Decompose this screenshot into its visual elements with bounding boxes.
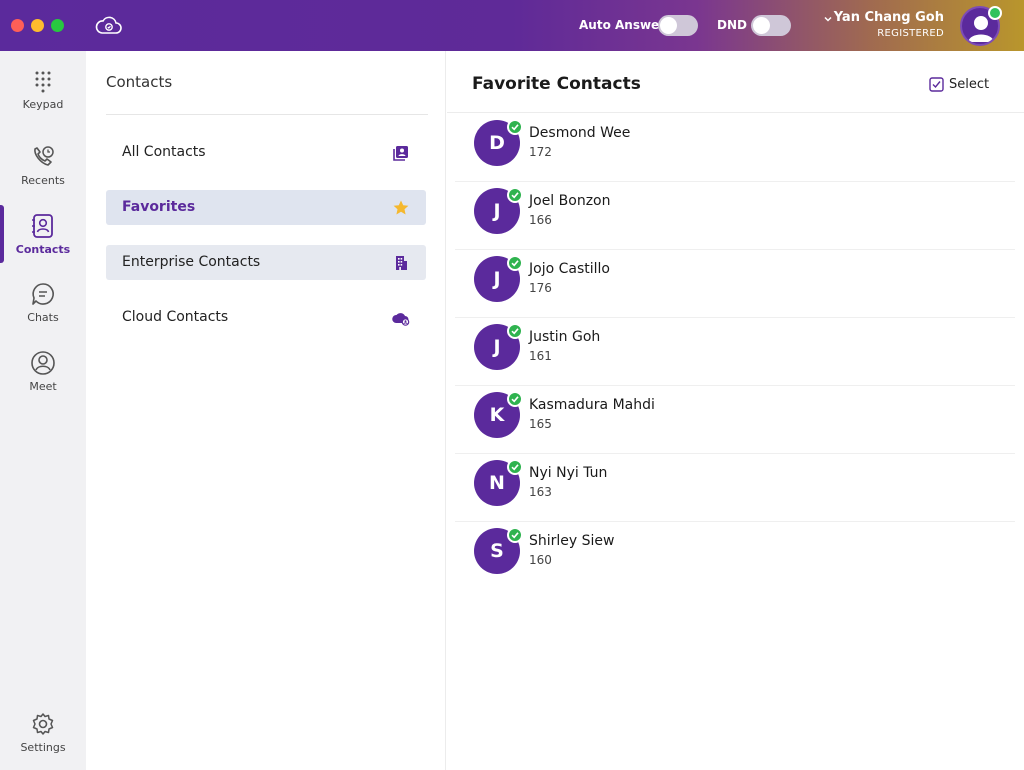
auto-answer-label: Auto Answer bbox=[579, 18, 666, 32]
star-icon bbox=[393, 200, 409, 215]
gear-icon bbox=[32, 713, 54, 735]
close-window-button[interactable] bbox=[11, 19, 24, 32]
dnd-label: DND bbox=[717, 18, 747, 32]
nav-keypad-label: Keypad bbox=[22, 98, 64, 111]
contacts-book-icon bbox=[32, 214, 53, 238]
presence-available-icon bbox=[507, 459, 523, 475]
presence-available-icon bbox=[507, 119, 523, 135]
app-cloud-logo-icon bbox=[95, 16, 122, 34]
favorite-contacts-panel: Favorite Contacts Select D Desmond Wee 1… bbox=[447, 51, 1024, 770]
left-navigation: Keypad Recents Contacts Chats Meet Setti… bbox=[0, 51, 86, 770]
contact-row[interactable]: J Joel Bonzon 166 bbox=[455, 182, 1015, 250]
contact-extension: 161 bbox=[529, 349, 552, 363]
cloud-user-icon bbox=[392, 313, 410, 326]
nav-keypad[interactable]: Keypad bbox=[0, 68, 86, 128]
category-label: Enterprise Contacts bbox=[122, 254, 261, 270]
contact-book-icon bbox=[393, 146, 408, 161]
category-cloud-contacts[interactable]: Cloud Contacts bbox=[106, 300, 426, 335]
checkbox-icon bbox=[929, 77, 944, 92]
nav-chats[interactable]: Chats bbox=[0, 281, 86, 341]
category-enterprise-contacts[interactable]: Enterprise Contacts bbox=[106, 245, 426, 280]
nav-recents[interactable]: Recents bbox=[0, 144, 86, 204]
contact-extension: 165 bbox=[529, 417, 552, 431]
registration-status: REGISTERED bbox=[877, 28, 944, 39]
nav-contacts-label: Contacts bbox=[15, 243, 71, 256]
toggle-knob bbox=[753, 17, 770, 34]
presence-available-icon bbox=[507, 323, 523, 339]
contact-extension: 172 bbox=[529, 145, 552, 159]
nav-meet[interactable]: Meet bbox=[0, 350, 86, 410]
auto-answer-toggle[interactable] bbox=[658, 15, 698, 36]
presence-available-icon bbox=[507, 187, 523, 203]
contact-name: Shirley Siew bbox=[529, 533, 615, 549]
category-favorites[interactable]: Favorites bbox=[106, 190, 426, 225]
building-icon bbox=[396, 256, 407, 270]
contact-name: Jojo Castillo bbox=[529, 261, 610, 277]
contact-name: Kasmadura Mahdi bbox=[529, 397, 655, 413]
contact-row[interactable]: J Jojo Castillo 176 bbox=[455, 250, 1015, 318]
maximize-window-button[interactable] bbox=[51, 19, 64, 32]
contact-name: Nyi Nyi Tun bbox=[529, 465, 608, 481]
dnd-toggle[interactable] bbox=[751, 15, 791, 36]
presence-available-icon bbox=[507, 255, 523, 271]
contact-row[interactable]: J Justin Goh 161 bbox=[455, 318, 1015, 386]
chevron-down-icon[interactable] bbox=[823, 14, 833, 24]
phone-clock-icon bbox=[34, 146, 54, 166]
chat-bubble-icon bbox=[32, 283, 54, 305]
contact-row[interactable]: N Nyi Nyi Tun 163 bbox=[455, 454, 1015, 522]
category-all-contacts[interactable]: All Contacts bbox=[106, 135, 426, 170]
contact-name: Desmond Wee bbox=[529, 125, 631, 141]
user-circle-icon bbox=[31, 351, 55, 375]
category-label: Cloud Contacts bbox=[122, 309, 229, 325]
divider bbox=[106, 114, 428, 115]
select-label: Select bbox=[949, 77, 990, 92]
nav-settings-label: Settings bbox=[20, 741, 66, 754]
user-name: Yan Chang Goh bbox=[833, 10, 944, 25]
contact-extension: 160 bbox=[529, 553, 552, 567]
contact-row[interactable]: D Desmond Wee 172 bbox=[455, 114, 1015, 182]
contacts-panel-title: Contacts bbox=[106, 73, 173, 91]
user-account-menu[interactable]: Yan Chang Goh REGISTERED bbox=[834, 10, 944, 39]
minimize-window-button[interactable] bbox=[31, 19, 44, 32]
nav-chats-label: Chats bbox=[27, 311, 59, 324]
divider bbox=[447, 112, 1024, 113]
contact-row[interactable]: S Shirley Siew 160 bbox=[455, 522, 1015, 590]
keypad-icon bbox=[35, 71, 51, 93]
presence-available-icon bbox=[507, 391, 523, 407]
contact-extension: 166 bbox=[529, 213, 552, 227]
nav-contacts[interactable]: Contacts bbox=[0, 213, 86, 273]
presence-available-icon bbox=[507, 527, 523, 543]
nav-recents-label: Recents bbox=[21, 174, 65, 187]
panel-title: Favorite Contacts bbox=[472, 74, 641, 94]
contact-extension: 176 bbox=[529, 281, 552, 295]
contact-row[interactable]: K Kasmadura Mahdi 165 bbox=[455, 386, 1015, 454]
contact-name: Joel Bonzon bbox=[529, 193, 611, 209]
presence-online-indicator bbox=[988, 6, 1002, 20]
title-bar: Auto Answer DND Yan Chang Goh REGISTERED bbox=[0, 0, 1024, 51]
category-label: Favorites bbox=[122, 199, 196, 215]
category-label: All Contacts bbox=[122, 144, 206, 160]
toggle-knob bbox=[660, 17, 677, 34]
contact-extension: 163 bbox=[529, 485, 552, 499]
nav-settings[interactable]: Settings bbox=[0, 711, 86, 770]
contact-name: Justin Goh bbox=[529, 329, 601, 345]
contacts-categories-panel: Contacts All Contacts Favorites Enterpri… bbox=[86, 51, 446, 770]
nav-meet-label: Meet bbox=[29, 380, 57, 393]
